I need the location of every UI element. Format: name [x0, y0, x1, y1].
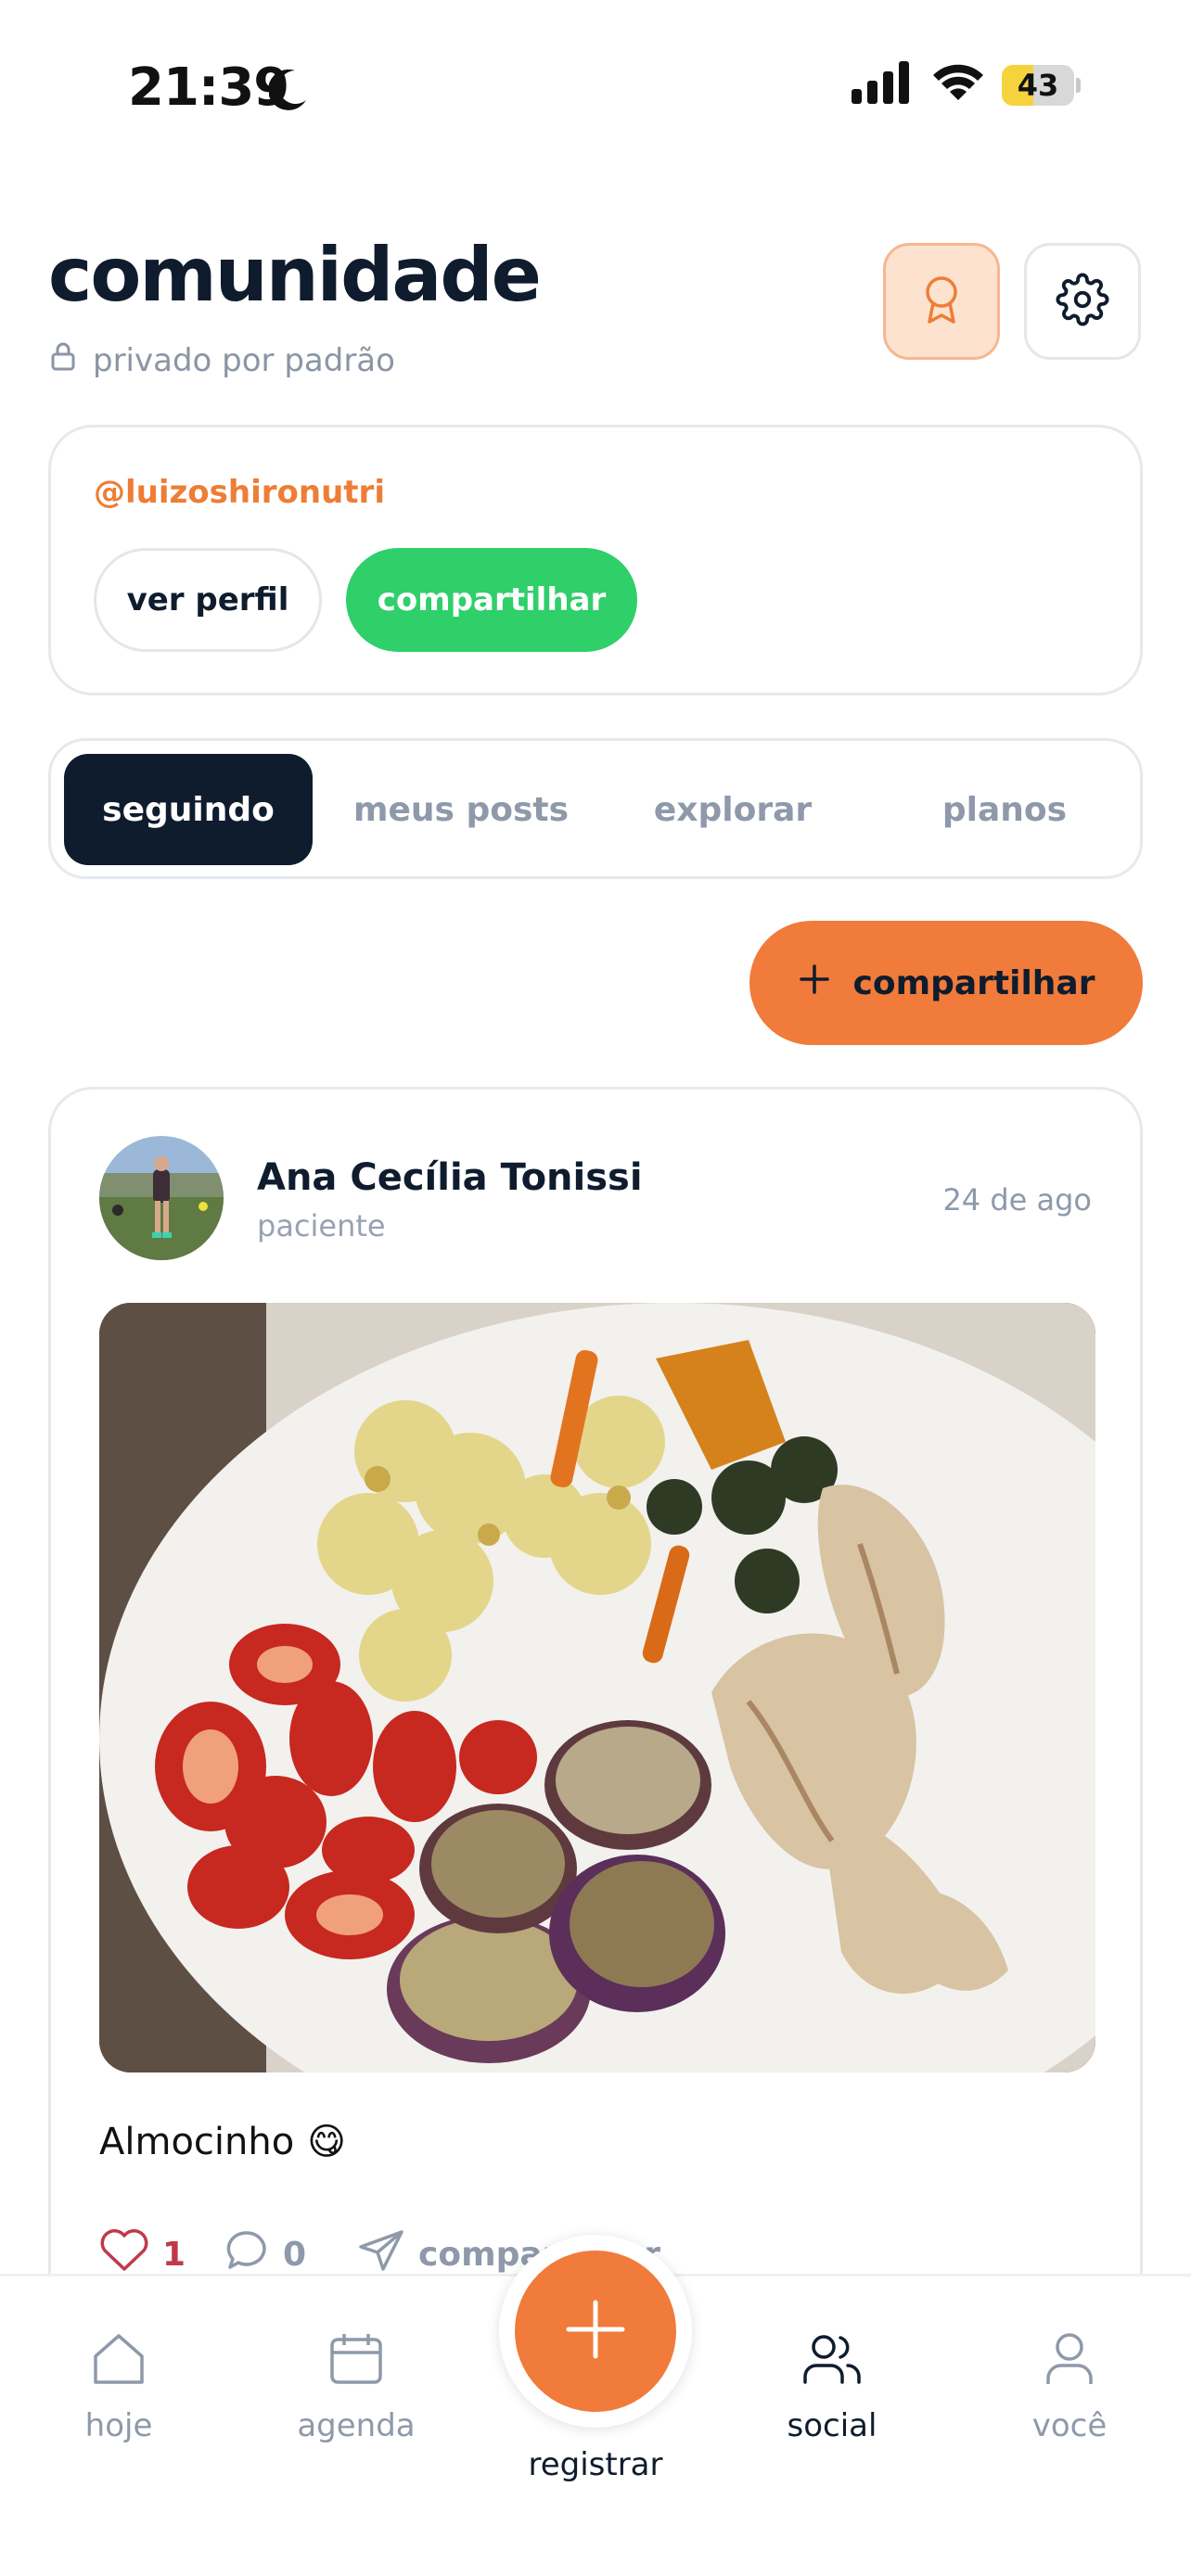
- nav-item-hoje[interactable]: hoje: [26, 2330, 211, 2444]
- post-author-name[interactable]: Ana Cecília Tonissi: [257, 1156, 643, 1199]
- register-label: registrar: [528, 2446, 663, 2483]
- lock-icon: [50, 341, 76, 379]
- page-title: comunidade: [48, 232, 542, 318]
- nav-item-social[interactable]: social: [739, 2330, 925, 2444]
- tab-following[interactable]: seguindo: [64, 754, 313, 865]
- tab-my-posts[interactable]: meus posts: [337, 754, 585, 865]
- nav-label-hoje: hoje: [84, 2407, 153, 2444]
- achievements-button[interactable]: [883, 243, 1000, 360]
- calendar-icon: [327, 2330, 385, 2396]
- tab-explore[interactable]: explorar: [608, 754, 857, 865]
- user-icon: [1041, 2330, 1098, 2396]
- nav-label-voce: você: [1031, 2407, 1108, 2444]
- users-icon: [801, 2330, 863, 2396]
- post-caption-emoji: 😋: [307, 2121, 346, 2163]
- privacy-text: privado por padrão: [93, 341, 395, 379]
- post-caption: Almocinho 😋: [99, 2121, 346, 2163]
- avatar[interactable]: [99, 1136, 224, 1260]
- wifi-icon: [930, 59, 986, 106]
- tab-plans[interactable]: planos: [880, 754, 1129, 865]
- cellular-signal-icon: [852, 61, 911, 108]
- comment-count: 0: [283, 2236, 307, 2274]
- profile-card: @luizoshironutri ver perfil compartilhar: [48, 425, 1143, 695]
- plus-icon: [563, 2297, 628, 2366]
- new-post-button[interactable]: compartilhar: [749, 921, 1143, 1045]
- register-button[interactable]: [499, 2235, 692, 2428]
- award-icon: [920, 274, 963, 329]
- battery-indicator: 43: [1002, 65, 1082, 106]
- battery-percent: 43: [1017, 68, 1059, 103]
- home-icon: [90, 2330, 147, 2396]
- share-profile-button[interactable]: compartilhar: [346, 548, 637, 652]
- privacy-note: privado por padrão: [50, 341, 395, 379]
- gear-icon: [1056, 273, 1109, 330]
- post-date: 24 de ago: [942, 1182, 1092, 1218]
- nav-item-agenda[interactable]: agenda: [263, 2330, 449, 2444]
- view-profile-button[interactable]: ver perfil: [94, 548, 322, 652]
- nav-item-voce[interactable]: você: [977, 2330, 1162, 2444]
- plus-icon: [798, 963, 831, 1004]
- feed-tabs: seguindo meus posts explorar planos: [48, 738, 1143, 879]
- post-author-role: paciente: [257, 1208, 386, 1243]
- like-count: 1: [162, 2236, 186, 2274]
- nav-label-agenda: agenda: [297, 2407, 416, 2444]
- post-photo[interactable]: [99, 1303, 1095, 2072]
- register-fab[interactable]: [515, 2251, 676, 2412]
- moon-icon: [268, 67, 310, 115]
- nav-label-social: social: [787, 2407, 877, 2444]
- status-time: 21:39: [128, 57, 289, 118]
- post-caption-text: Almocinho: [99, 2121, 295, 2163]
- settings-button[interactable]: [1024, 243, 1141, 360]
- new-post-label: compartilhar: [852, 963, 1095, 1002]
- user-handle[interactable]: @luizoshironutri: [94, 474, 385, 511]
- status-bar: 21:39 43: [0, 0, 1191, 176]
